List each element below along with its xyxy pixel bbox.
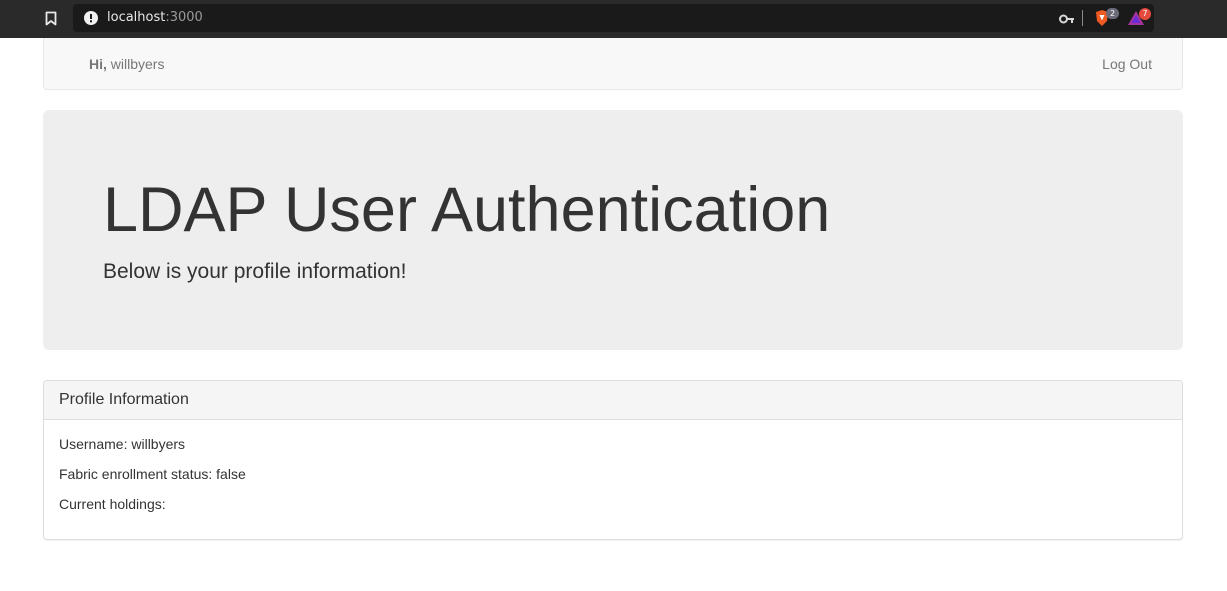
page-title: LDAP User Authentication (103, 175, 831, 245)
address-bar[interactable]: localhost:3000 2 7 (73, 4, 1154, 32)
user-greeting: Hi, willbyers (89, 56, 164, 72)
browser-toolbar: localhost:3000 2 7 (0, 0, 1227, 38)
panel-heading: Profile Information (44, 381, 1182, 420)
info-icon[interactable] (84, 11, 98, 25)
url-divider (1082, 10, 1083, 26)
panel-title: Profile Information (59, 391, 189, 408)
panel-body: Username: willbyers Fabric enrollment st… (44, 420, 1182, 544)
url-port: :3000 (165, 10, 203, 25)
greeting-prefix: Hi, (89, 56, 107, 72)
logout-link[interactable]: Log Out (1102, 56, 1152, 72)
profile-username: Username: willbyers (59, 436, 186, 452)
bookmark-icon[interactable] (42, 9, 60, 27)
url-text: localhost:3000 (107, 10, 203, 25)
url-host: localhost (107, 10, 166, 25)
profile-fabric-status: Fabric enrollment status: false (59, 466, 246, 482)
navbar: Hi, willbyers Log Out (43, 38, 1183, 90)
key-icon[interactable] (1059, 12, 1075, 24)
jumbotron: LDAP User Authentication Below is your p… (43, 110, 1183, 350)
profile-panel: Profile Information Username: willbyers … (43, 380, 1183, 540)
profile-holdings: Current holdings: (59, 496, 166, 512)
navbar-username: willbyers (110, 56, 165, 72)
rewards-count-badge: 7 (1139, 8, 1151, 20)
shield-count-badge: 2 (1106, 8, 1119, 19)
page-lead: Below is your profile information! (103, 260, 407, 283)
